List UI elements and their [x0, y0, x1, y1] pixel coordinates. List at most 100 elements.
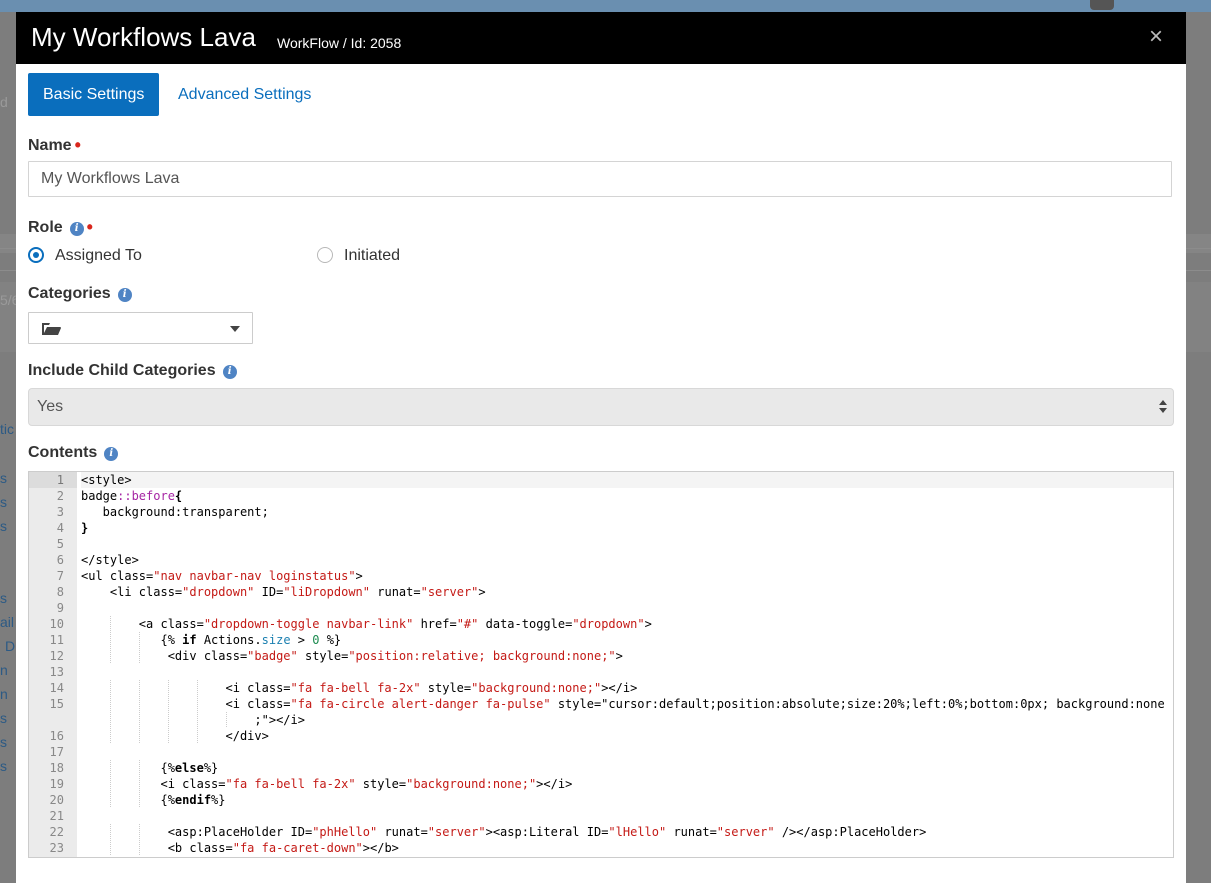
code-line: 8 <li class="dropdown" ID="liDropdown" r…	[29, 584, 1173, 600]
indent-guide	[109, 760, 111, 776]
line-number: 3	[56, 505, 64, 519]
indent-guide	[196, 680, 198, 696]
code-text: {%else%}	[81, 761, 219, 775]
background-link: tic	[0, 421, 14, 437]
line-number: 14	[49, 681, 64, 695]
code-line: 18 {%else%}	[29, 760, 1173, 776]
indent-guide	[138, 712, 140, 728]
line-number: 10	[49, 617, 64, 631]
background-text: d	[0, 94, 8, 110]
code-line: 3 background:transparent;	[29, 504, 1173, 520]
background-link: D	[5, 638, 16, 654]
code-line: 23 <b class="fa fa-caret-down"></b>	[29, 840, 1173, 856]
tab-advanced-settings[interactable]: Advanced Settings	[163, 73, 326, 116]
line-number: 23	[49, 841, 64, 855]
close-icon[interactable]: ×	[1146, 25, 1166, 49]
role-radio-initiated[interactable]: Initiated	[317, 247, 400, 265]
required-indicator: •	[74, 135, 81, 155]
background-link: s	[0, 470, 7, 486]
tab-basic-settings[interactable]: Basic Settings	[28, 73, 160, 116]
include-child-categories-select[interactable]: Yes	[28, 388, 1174, 426]
line-number: 20	[49, 793, 64, 807]
background-link: n	[0, 686, 8, 702]
modal-subtitle: WorkFlow / Id: 2058	[277, 35, 402, 51]
code-text: </div>	[81, 729, 269, 743]
line-number: 5	[56, 537, 64, 551]
code-text: </style>	[81, 553, 139, 567]
line-number: 8	[56, 585, 64, 599]
code-line: 11 {% if Actions.size > 0 %}	[29, 632, 1173, 648]
line-number: 2	[56, 489, 64, 503]
background-link: s	[0, 518, 7, 534]
indent-guide	[138, 824, 140, 840]
code-text: background:transparent;	[81, 505, 269, 519]
indent-guide	[109, 632, 111, 648]
caret-down-icon	[230, 326, 240, 332]
select-arrows-icon	[1159, 400, 1167, 416]
categories-label: Categories i	[28, 285, 132, 303]
code-line: 15 <i class="fa fa-circle alert-danger f…	[29, 696, 1173, 712]
line-number: 21	[49, 809, 64, 823]
contents-label-text: Contents	[28, 444, 98, 461]
info-circle-icon[interactable]: i	[104, 447, 119, 461]
info-circle-icon[interactable]: i	[222, 365, 237, 379]
background-link: n	[0, 662, 8, 678]
role-option-label: Initiated	[344, 247, 401, 264]
background-link: s	[0, 758, 7, 774]
include-child-categories-label: Include Child Categories i	[28, 362, 237, 380]
code-text: <a class="dropdown-toggle navbar-link" h…	[81, 617, 652, 631]
radio-checked-icon[interactable]	[28, 247, 44, 263]
code-text: {%endif%}	[81, 793, 226, 807]
indent-guide	[167, 712, 169, 728]
indent-guide	[138, 760, 140, 776]
line-number: 15	[49, 697, 64, 711]
code-line: 17	[29, 744, 1173, 760]
role-radio-assigned-to[interactable]: Assigned To	[28, 247, 142, 265]
indent-guide	[109, 648, 111, 664]
workflow-settings-modal: My Workflows Lava WorkFlow / Id: 2058 × …	[16, 12, 1186, 883]
code-line: 16 </div>	[29, 728, 1173, 744]
radio-unchecked-icon[interactable]	[317, 247, 333, 263]
role-label: Role i •	[28, 217, 93, 238]
line-number: 19	[49, 777, 64, 791]
categories-label-text: Categories	[28, 285, 111, 302]
name-label: Name •	[28, 135, 81, 156]
line-number: 22	[49, 825, 64, 839]
indent-guide	[109, 840, 111, 856]
indent-guide	[167, 696, 169, 712]
code-text: <i class="fa fa-bell fa-2x" style="backg…	[81, 777, 573, 791]
code-line: 13	[29, 664, 1173, 680]
code-text: <asp:PlaceHolder ID="phHello" runat="ser…	[81, 825, 927, 839]
indent-guide	[138, 632, 140, 648]
contents-code-editor[interactable]: 1 <style> 2 badge::before{3 background:tran…	[28, 471, 1174, 858]
code-line: 5	[29, 536, 1173, 552]
line-number: 13	[49, 665, 64, 679]
code-text: ;"></i>	[81, 713, 305, 727]
category-picker[interactable]	[28, 312, 253, 344]
name-input[interactable]: My Workflows Lava	[28, 161, 1172, 197]
indent-guide	[109, 728, 111, 744]
folder-open-icon	[42, 323, 61, 335]
role-label-text: Role	[28, 219, 63, 236]
info-circle-icon[interactable]: i	[117, 288, 132, 302]
indent-guide	[109, 712, 111, 728]
required-indicator: •	[86, 217, 93, 237]
role-option-label: Assigned To	[55, 247, 142, 264]
indent-guide	[138, 728, 140, 744]
line-number: 7	[56, 569, 64, 583]
background-navbar	[0, 0, 1211, 12]
line-number: 9	[56, 601, 64, 615]
code-text: <i class="fa fa-circle alert-danger fa-p…	[81, 697, 1165, 711]
indent-guide	[138, 840, 140, 856]
code-line: 4}	[29, 520, 1173, 536]
line-number: 18	[49, 761, 64, 775]
line-number: 1	[29, 472, 77, 488]
indent-guide	[109, 792, 111, 808]
contents-label: Contents i	[28, 444, 119, 462]
include-child-label-text: Include Child Categories	[28, 362, 216, 379]
info-circle-icon[interactable]: i	[69, 222, 84, 236]
